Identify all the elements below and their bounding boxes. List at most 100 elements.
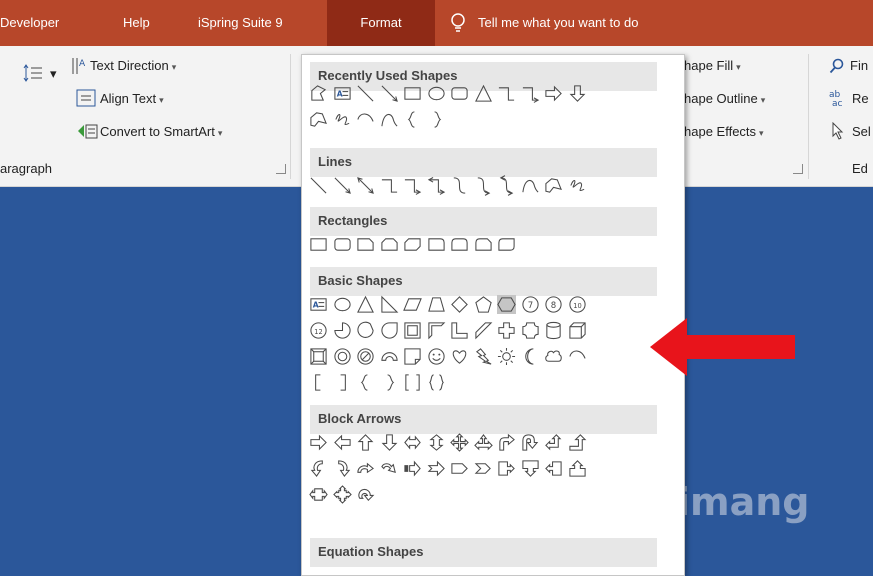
hex-shape-icon[interactable] [497, 295, 516, 314]
lbrace-shape-icon[interactable] [356, 373, 375, 392]
curvedu-shape-icon[interactable] [356, 459, 375, 478]
textbox-shape-icon[interactable]: A [333, 84, 352, 103]
tri-shape-icon[interactable] [474, 84, 493, 103]
rcallout-shape-icon[interactable] [497, 459, 516, 478]
tab-ispring-suite[interactable]: iSpring Suite 9 [198, 0, 283, 46]
diagstripe-shape-icon[interactable] [474, 321, 493, 340]
lruarrow-shape-icon[interactable] [473, 433, 493, 452]
para-shape-icon[interactable] [403, 295, 422, 314]
shape-effects-button[interactable]: hape Effects ▾ [684, 124, 764, 139]
frame-shape-icon[interactable] [403, 321, 422, 340]
arc-shape-icon[interactable] [568, 347, 587, 366]
cloud-shape-icon[interactable] [544, 347, 563, 366]
curvedbl-shape-icon[interactable] [497, 175, 516, 196]
smiley-shape-icon[interactable] [427, 347, 446, 366]
elbowdbl-shape-icon[interactable] [427, 176, 446, 195]
dbrack-shape-icon[interactable] [403, 373, 422, 392]
tab-format[interactable]: Format [327, 0, 435, 46]
snip2-shape-icon[interactable] [380, 235, 399, 254]
oval-shape-icon[interactable] [427, 84, 446, 103]
round2-shape-icon[interactable] [450, 235, 469, 254]
curvearrow-shape-icon[interactable] [474, 176, 493, 196]
rrect-shape-icon[interactable] [450, 84, 469, 103]
notched-shape-icon[interactable] [427, 459, 446, 478]
circarrow-shape-icon[interactable] [356, 485, 375, 504]
moon-shape-icon[interactable] [521, 347, 540, 366]
elbow-shape-icon[interactable] [380, 176, 399, 195]
elbow-shape-icon[interactable] [497, 84, 516, 103]
gallery-scrollbar[interactable] [667, 55, 684, 575]
diamond-shape-icon[interactable] [450, 295, 469, 314]
textbox-shape-icon[interactable]: A [309, 295, 328, 314]
darrow-shape-icon[interactable] [568, 84, 587, 103]
freeform-shape-icon[interactable] [309, 110, 328, 129]
tab-help[interactable]: Help [123, 0, 150, 46]
lbracket-shape-icon[interactable] [309, 373, 328, 392]
snip1-shape-icon[interactable] [356, 235, 375, 254]
arc-shape-icon[interactable] [356, 110, 375, 129]
bentup-shape-icon[interactable] [568, 433, 587, 452]
n8-shape-icon[interactable]: 8 [544, 295, 563, 314]
find-button[interactable]: Fin [850, 58, 868, 73]
rect-shape-icon[interactable] [309, 235, 328, 254]
lcorner-shape-icon[interactable] [450, 321, 469, 340]
pentagon-shape-icon[interactable] [450, 459, 469, 478]
round1-shape-icon[interactable] [427, 235, 446, 254]
ucallout-shape-icon[interactable] [568, 459, 587, 478]
paragraph-dialog-launcher[interactable] [276, 164, 286, 174]
pent-shape-icon[interactable] [474, 295, 493, 314]
fold-shape-icon[interactable] [403, 347, 422, 366]
chord-shape-icon[interactable] [356, 321, 375, 340]
rarrow-shape-icon[interactable] [544, 84, 563, 103]
convert-smartart-button[interactable]: Convert to SmartArt ▾ [100, 124, 222, 139]
curvedl-shape-icon[interactable] [333, 459, 352, 478]
oval-shape-icon[interactable] [333, 295, 352, 314]
striped-shape-icon[interactable] [403, 459, 422, 478]
dbrace-shape-icon[interactable] [427, 373, 446, 392]
lrcallout-shape-icon[interactable] [309, 485, 328, 504]
replace-button[interactable]: Re [852, 91, 869, 106]
lup-shape-icon[interactable] [544, 433, 563, 452]
curve-shape-icon[interactable] [521, 176, 540, 195]
chevron-shape-icon[interactable] [474, 459, 493, 478]
elbowarrow-shape-icon[interactable] [521, 84, 540, 103]
tell-me-search[interactable]: Tell me what you want to do [478, 0, 638, 46]
curvedr-shape-icon[interactable] [309, 459, 328, 478]
donut-shape-icon[interactable] [333, 347, 352, 366]
lcallout-shape-icon[interactable] [544, 459, 563, 478]
elbowarrow-shape-icon[interactable] [403, 176, 422, 195]
n10-shape-icon[interactable]: 10 [568, 295, 587, 314]
plaque-shape-icon[interactable] [521, 321, 540, 340]
arrowline-shape-icon[interactable] [380, 84, 399, 103]
rbracket-shape-icon[interactable] [333, 373, 352, 392]
sun-shape-icon[interactable] [497, 347, 516, 366]
lbrace-shape-icon[interactable] [403, 110, 422, 129]
round2diag-shape-icon[interactable] [497, 235, 516, 254]
blockarc-shape-icon[interactable] [380, 347, 399, 366]
udarrow-shape-icon[interactable] [427, 433, 446, 452]
n12-shape-icon[interactable]: 12 [309, 321, 328, 340]
can-shape-icon[interactable] [544, 321, 563, 340]
nosym-shape-icon[interactable] [356, 347, 375, 366]
drawing-dialog-launcher[interactable] [793, 164, 803, 174]
pie-shape-icon[interactable] [333, 321, 352, 340]
quad-shape-icon[interactable] [450, 433, 469, 452]
line-shape-icon[interactable] [309, 176, 328, 195]
uarrow-shape-icon[interactable] [356, 433, 375, 452]
halfframe-shape-icon[interactable] [427, 321, 446, 340]
select-button[interactable]: Sel [852, 124, 871, 139]
darrow-shape-icon[interactable] [380, 433, 399, 452]
rrect-shape-icon[interactable] [333, 235, 352, 254]
rarrow-shape-icon[interactable] [309, 433, 328, 452]
bevel-shape-icon[interactable] [309, 347, 328, 366]
arrowline-shape-icon[interactable] [333, 176, 352, 195]
cube-shape-icon[interactable] [568, 321, 587, 340]
lrarrow-shape-icon[interactable] [403, 433, 422, 452]
lshape-shape-icon[interactable] [309, 84, 328, 103]
rect-shape-icon[interactable] [403, 84, 422, 103]
n7-shape-icon[interactable]: 7 [521, 295, 540, 314]
line-spacing-icon[interactable] [22, 64, 44, 82]
cross-shape-icon[interactable] [497, 321, 516, 340]
quadcallout-shape-icon[interactable] [332, 485, 352, 504]
scribble-shape-icon[interactable] [333, 110, 352, 129]
